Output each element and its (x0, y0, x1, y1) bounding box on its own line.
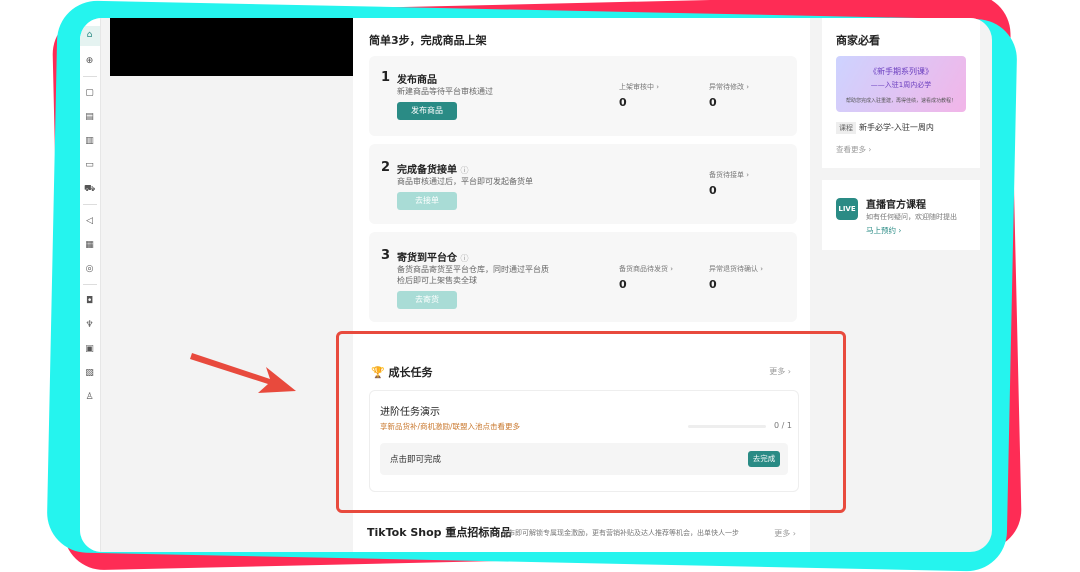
pointer-arrow-icon (190, 353, 296, 393)
step-desc-line-2: 检后即可上架售卖全球 (397, 276, 477, 285)
report-icon[interactable]: ▧ (84, 368, 95, 379)
stat-label[interactable]: 异常退货待确认 › (709, 264, 763, 274)
help-icon[interactable]: ⓘ (460, 254, 468, 263)
settings-circle-icon[interactable]: ◎ (84, 264, 95, 275)
step-title: 发布商品 (397, 75, 437, 86)
step-desc: 商品审核通过后，平台即可发起备货单 (397, 177, 533, 186)
step-number: 3 (381, 248, 391, 263)
step-card-2: 2 完成备货接单 ⓘ 商品审核通过后，平台即可发起备货单 去接单 备货待接单 ›… (369, 144, 797, 224)
live-icon: LIVE (836, 198, 858, 220)
box-icon[interactable]: ▢ (84, 88, 95, 99)
stat-value: 0 (709, 184, 717, 197)
view-more-link[interactable]: 查看更多 › (836, 144, 871, 155)
stat-value: 0 (619, 96, 627, 109)
panel-desc: 如有任何疑问，欢迎随时提出 (866, 213, 957, 221)
chart-icon[interactable]: ▦ (84, 240, 95, 251)
panel-title: 直播官方课程 (866, 200, 926, 211)
page-title: 简单3步，完成商品上架 (369, 34, 487, 47)
nav-divider (83, 76, 97, 77)
step-card-3: 3 寄货到平台仓 ⓘ 备货商品寄货至平台仓库，同时通过平台质 检后即可上架售卖全… (369, 232, 797, 322)
featured-products-desc: 发布即可解锁专属现金激励，更有营销补贴及达人推荐等机会，出单快人一步 (501, 529, 739, 537)
nav-divider (83, 284, 97, 285)
user-icon[interactable]: ♙ (84, 392, 95, 403)
step-number: 2 (381, 160, 391, 175)
step-desc-line-1: 备货商品寄货至平台仓库，同时通过平台质 (397, 265, 549, 274)
featured-products-title: TikTok Shop 重点招标商品 (367, 526, 512, 539)
course-banner[interactable]: 《新手期系列课》 ——入驻1周内必学 帮助您完成入驻重建，再得佳绩，速看成功教程… (836, 56, 966, 112)
stat-value: 0 (709, 96, 717, 109)
featured-more-link[interactable]: 更多 › (774, 528, 796, 539)
add-circle-icon[interactable]: ⊕ (84, 56, 95, 67)
stat-label[interactable]: 异常待修改 › (709, 82, 749, 92)
step-title: 寄货到平台仓 ⓘ (397, 253, 469, 264)
megaphone-icon[interactable]: ◁ (84, 216, 95, 227)
merchant-must-read-panel: 商家必看 《新手期系列课》 ——入驻1周内必学 帮助您完成入驻重建，再得佳绩，速… (822, 18, 980, 168)
stat-label[interactable]: 备货商品待发货 › (619, 264, 673, 274)
step-title: 完成备货接单 ⓘ (397, 165, 469, 176)
course-title[interactable]: 新手必学-入驻一周内 (859, 122, 934, 133)
step-desc: 新建商品等待平台审核通过 (397, 87, 493, 96)
highlight-box (336, 331, 846, 513)
app-screen: ⌂ ⊕ ▢ ▤ ▥ ▭ ⛟ ◁ ▦ ◎ ◘ ♆ ▣ ▧ ♙ 简单3步，完成商品上… (80, 18, 992, 552)
stat-value: 0 (619, 278, 627, 291)
stat-label[interactable]: 备货待接单 › (709, 170, 749, 180)
card-icon[interactable]: ▣ (84, 344, 95, 355)
home-icon[interactable]: ⌂ (84, 30, 95, 41)
stat-value: 0 (709, 278, 717, 291)
clipboard-icon[interactable]: ▤ (84, 112, 95, 123)
nav-divider (83, 204, 97, 205)
wallet-icon[interactable]: ▭ (84, 160, 95, 171)
ship-goods-button[interactable]: 去寄货 (397, 291, 457, 309)
course-tag: 课程 (836, 122, 856, 134)
help-icon[interactable]: ⓘ (460, 166, 468, 175)
step-card-1: 1 发布商品 新建商品等待平台审核通过 发布商品 上架审核中 › 0 异常待修改… (369, 56, 797, 136)
accept-order-button[interactable]: 去接单 (397, 192, 457, 210)
stat-label[interactable]: 上架审核中 › (619, 82, 659, 92)
trophy-icon[interactable]: ♆ (84, 320, 95, 331)
document-icon[interactable]: ▥ (84, 136, 95, 147)
publish-product-button[interactable]: 发布商品 (397, 102, 457, 120)
left-nav-rail: ⌂ ⊕ ▢ ▤ ▥ ▭ ⛟ ◁ ▦ ◎ ◘ ♆ ▣ ▧ ♙ (80, 18, 101, 552)
book-now-link[interactable]: 马上预约 › (866, 225, 901, 236)
banner-line-3: 帮助您完成入驻重建，再得佳绩，速看成功教程！ (845, 98, 956, 104)
live-course-panel: LIVE 直播官方课程 如有任何疑问，欢迎随时提出 马上预约 › (822, 180, 980, 250)
step-number: 1 (381, 70, 391, 85)
truck-icon[interactable]: ⛟ (84, 184, 95, 195)
panel-title: 商家必看 (836, 34, 880, 47)
video-placeholder (110, 18, 356, 76)
banner-line-2: ——入驻1周内必学 (870, 81, 932, 89)
banner-line-1: 《新手期系列课》 (869, 67, 933, 76)
bag-icon[interactable]: ◘ (84, 296, 95, 307)
